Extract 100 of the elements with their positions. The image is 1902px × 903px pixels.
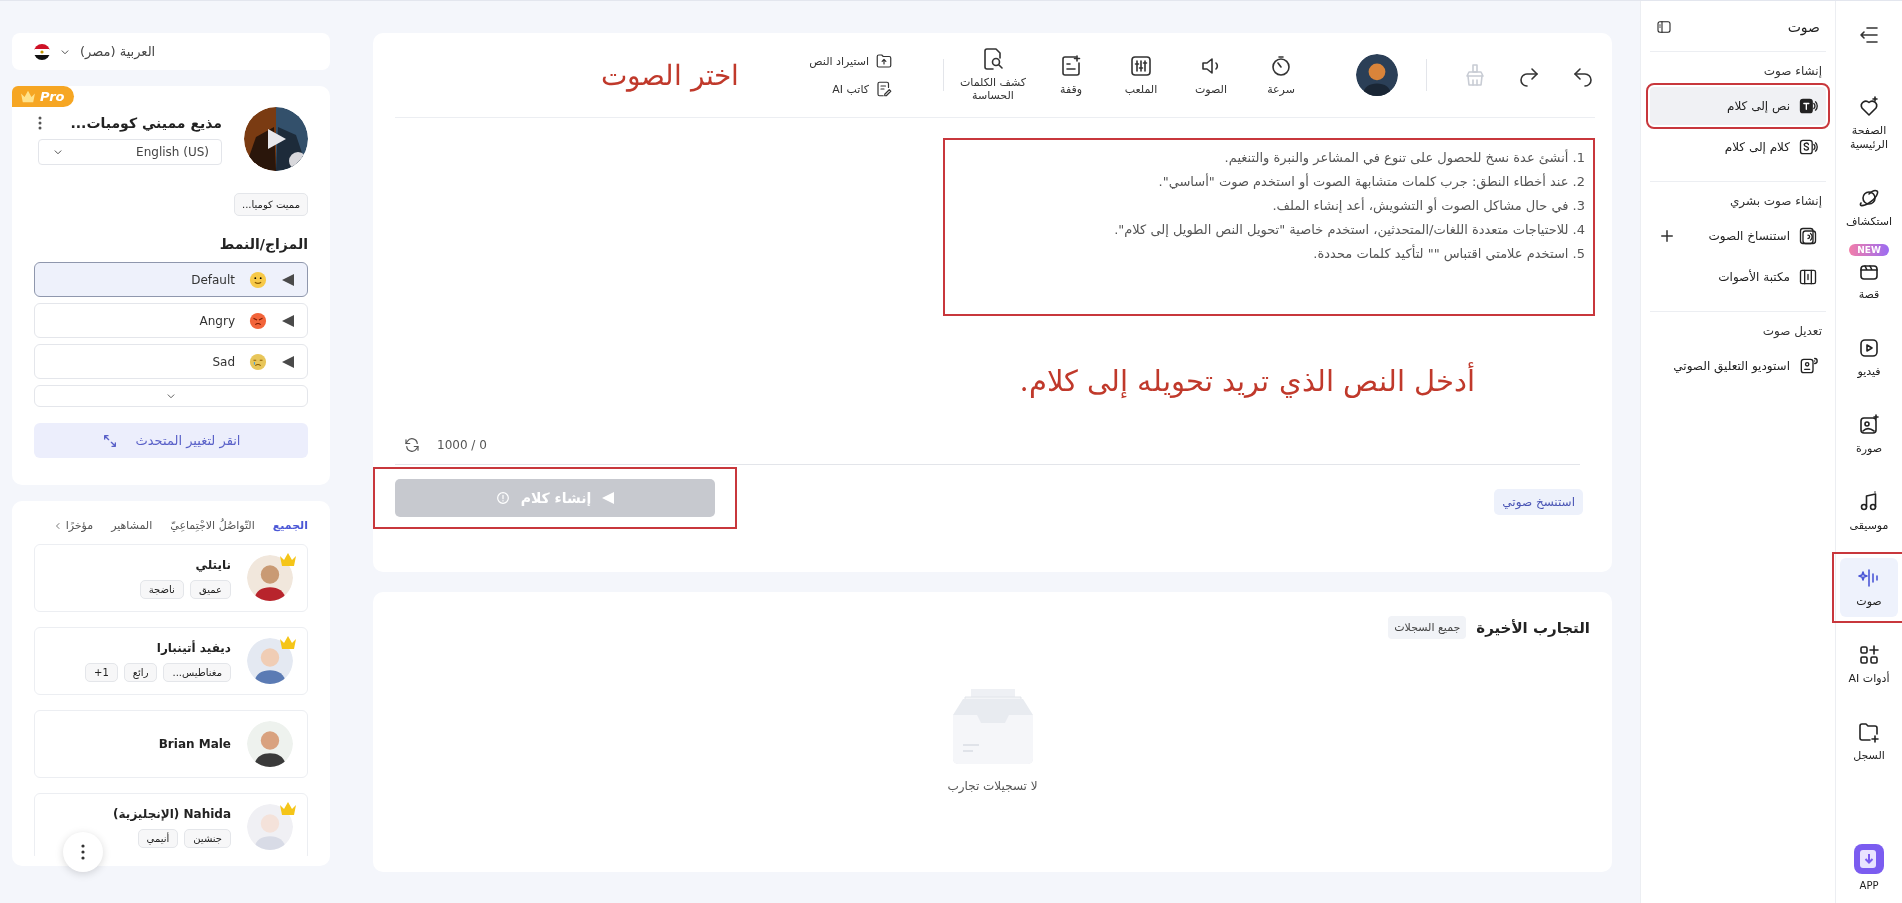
callout-text: اختر الصوت	[601, 58, 740, 92]
info-icon	[494, 490, 511, 506]
voice-tag: مميت كوميا...	[233, 193, 308, 216]
toolbar-button[interactable]: وقفة	[1036, 53, 1106, 97]
tip-text: 3. في حال مشاكل الصوت أو التشويش، أعد إنشاء الملف.	[1271, 196, 1585, 216]
mood-option[interactable]: Angry	[34, 303, 308, 338]
play-icon	[601, 491, 616, 505]
swap-icon	[101, 432, 118, 449]
flag-icon	[34, 43, 50, 60]
sidebar-item[interactable]: استوديو التعليق الصوتي	[1650, 347, 1826, 385]
voice-name: Nahida (الإنجليزية)	[113, 806, 231, 821]
filter-tab[interactable]: مؤخرًا	[51, 519, 94, 532]
nav-item[interactable]: الصفحة الرئيسية	[1840, 87, 1898, 160]
voice-name: نايتلي	[194, 557, 231, 572]
heart-sparkle-icon	[1857, 95, 1881, 119]
toolbar-button[interactable]: كشف الكلمات الحساسة	[950, 47, 1036, 103]
app-button[interactable]: APP	[1854, 844, 1884, 891]
filter-tab[interactable]: التّواصُلُ الاجْتِماعِيّ	[170, 519, 255, 532]
timer-icon	[1269, 53, 1293, 78]
filter-tab[interactable]: المشاهير	[111, 519, 153, 532]
apps-icon	[1857, 643, 1881, 667]
text-voice-icon	[1798, 96, 1818, 116]
avatar-icon	[247, 555, 293, 601]
toolbar-link[interactable]: استيراد النص	[809, 52, 893, 70]
voice-tag: 1+	[85, 662, 118, 682]
toolbar-link[interactable]: كاتب AI	[809, 80, 893, 98]
section-title: إنشاء صوت	[1762, 64, 1823, 80]
library-icon	[1798, 267, 1818, 287]
tip-text: 4. للاحتياجات متعددة اللغات/المتحدثين، استخدم خاصية "تحويل النص الطويل إلى كلام".	[1113, 221, 1585, 240]
character-counter: 0 / 1000	[437, 438, 487, 452]
image-icon	[1857, 412, 1881, 437]
empty-state-text: لا تسجيلات تجارب	[947, 778, 1038, 793]
avatar-icon	[247, 804, 293, 850]
folder-icon	[875, 52, 893, 70]
toolbar-button[interactable]: الملعب	[1106, 53, 1176, 97]
voice-card[interactable]: نايتلي عميق ناضجة	[34, 544, 308, 612]
voice-tag: عميق	[189, 579, 231, 599]
clone-voice-chip[interactable]: استنسخ صوتي	[1494, 489, 1583, 515]
crown-icon	[20, 90, 36, 103]
sidebar-item[interactable]: استنساخ الصوت	[1650, 217, 1826, 255]
emoji-icon	[249, 352, 267, 371]
pro-badge: Pro	[12, 86, 75, 107]
avatar-icon	[247, 638, 293, 684]
nav-item[interactable]: صوت	[1840, 558, 1898, 617]
all-records-button[interactable]: جميع السجلات	[1388, 616, 1467, 639]
panel-title: صوت	[1787, 19, 1820, 35]
nav-item[interactable]: قصة	[1840, 256, 1898, 310]
voice-tag: مغناطيس...	[163, 662, 231, 682]
play-icon	[281, 354, 295, 369]
tip-text: 2. عند أخطاء النطق: جرب كلمات متشابهة الصوت أو استخدم صوت "أساسي".	[1157, 172, 1585, 192]
tip-text: 5. استخدم علامتي اقتباس "" لتأكيد كلمات محددة.	[1312, 243, 1585, 264]
section-title: التجارب الأخيرة	[1476, 618, 1590, 637]
voice-tag: رائع	[123, 662, 158, 682]
nav-item[interactable]: أدوات AI	[1840, 635, 1898, 694]
voice-tag: جنشين	[184, 828, 231, 848]
sidebar-item[interactable]: كلام إلى كلام	[1650, 128, 1826, 166]
section-title: المزاج/النمط	[218, 236, 308, 252]
video-icon	[1857, 336, 1881, 360]
voice-name: ديفيد أتينبارا	[155, 640, 231, 655]
app-icon	[1854, 844, 1884, 874]
pen-icon	[875, 80, 893, 98]
nav-item[interactable]: استكشاف	[1840, 177, 1898, 237]
change-speaker-button[interactable]: انقر لتغيير المتحدث	[34, 423, 308, 458]
s-voice-icon	[1798, 137, 1818, 157]
tip-text: 1. أنشئ عدة نسخ للحصول على تنوع في المشاعر والنبرة والتنغيم.	[1223, 148, 1585, 168]
new-badge: NEW	[1849, 244, 1889, 257]
text-input-area[interactable]	[943, 138, 1595, 316]
avatar-icon	[247, 721, 293, 767]
language-dropdown[interactable]: English (US)	[38, 139, 222, 165]
mood-option[interactable]: Sad	[34, 344, 308, 379]
sliders-icon	[1129, 53, 1153, 78]
play-icon	[281, 313, 295, 328]
toolbar-button[interactable]: الصوت	[1176, 53, 1246, 97]
voice-avatar[interactable]	[1356, 54, 1398, 96]
emoji-icon	[249, 311, 267, 330]
sidebar-toggle-icon[interactable]	[1656, 19, 1672, 35]
toolbar-button[interactable]: سرعة	[1246, 53, 1316, 97]
refresh-icon[interactable]	[403, 436, 421, 454]
voice-tag: ناضجة	[139, 579, 184, 599]
nav-item[interactable]: صورة	[1840, 404, 1898, 464]
nav-item[interactable]: فيديو	[1840, 328, 1898, 387]
document-search-icon	[981, 47, 1005, 72]
nav-item[interactable]: موسيقى	[1840, 481, 1898, 541]
document-icon	[1059, 53, 1083, 78]
language-selector[interactable]: العربية (مصر)	[80, 44, 156, 59]
section-title: تعديل صوت	[1761, 324, 1823, 340]
portrait-voice-icon	[1798, 356, 1818, 376]
voice-name: Brian Male	[158, 737, 231, 751]
voice-name: مذيع مميني كومبات...	[70, 115, 222, 131]
section-title: إنشاء صوت بشري	[1728, 194, 1823, 210]
filter-tab[interactable]: الجميع	[272, 519, 308, 532]
nav-item[interactable]: السجل	[1840, 711, 1898, 771]
voice-card[interactable]: Brian Male	[34, 710, 308, 778]
more-options-icon[interactable]	[38, 116, 42, 130]
kebab-icon	[81, 844, 85, 860]
callout-text: أدخل النص الذي تريد تحويله إلى كلام.	[1019, 364, 1475, 398]
sidebar-item[interactable]: مكتبة الأصوات	[1650, 258, 1826, 296]
plus-icon[interactable]	[1658, 227, 1676, 245]
mood-option[interactable]: Default	[34, 262, 308, 297]
play-icon	[281, 272, 295, 287]
